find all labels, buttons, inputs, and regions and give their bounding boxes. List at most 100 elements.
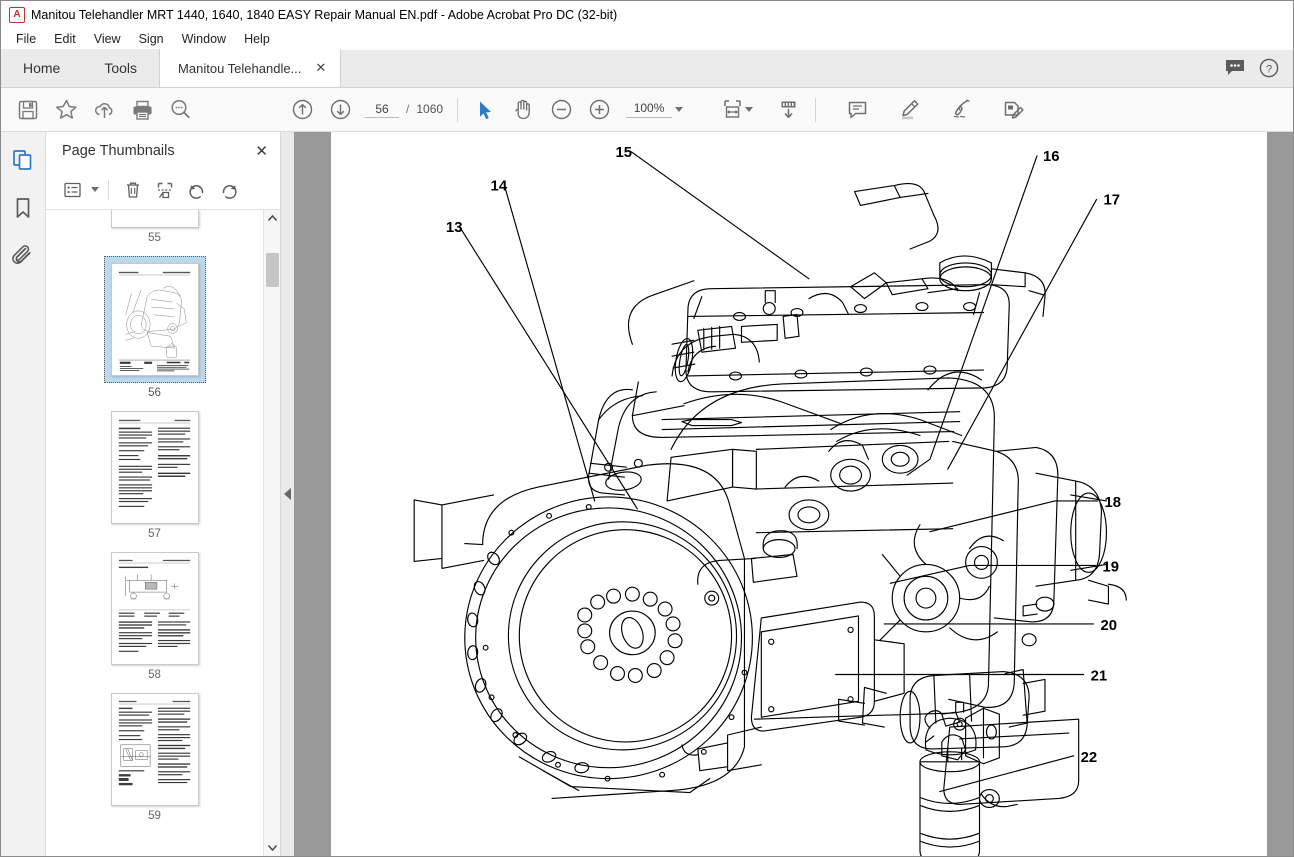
print-icon[interactable] xyxy=(123,91,161,129)
callout-13: 13 xyxy=(445,220,462,236)
toolbar-left-group xyxy=(9,91,199,129)
svg-text:?: ? xyxy=(1266,64,1272,76)
zoom-level-value[interactable]: 100% xyxy=(626,101,673,118)
thumbnail-page-image[interactable] xyxy=(110,693,199,806)
thumbnail-page-image[interactable] xyxy=(110,263,199,376)
app-body: Page Thumbnails ✕ 55 56 57 58 59 13 14 1… xyxy=(1,132,1293,856)
scrollbar-thumb[interactable] xyxy=(265,253,279,287)
comment-bubble-icon[interactable] xyxy=(838,91,876,129)
help-question-icon[interactable]: ? xyxy=(1259,58,1279,78)
page-total-label: 1060 xyxy=(416,101,444,116)
thumbnail-page-image[interactable] xyxy=(110,552,199,665)
tab-document[interactable]: Manitou Telehandle... ✕ xyxy=(159,49,342,87)
callout-16: 16 xyxy=(1042,149,1059,165)
scrollbar-track[interactable] xyxy=(264,227,281,839)
star-favorite-icon[interactable] xyxy=(47,91,85,129)
tab-home[interactable]: Home xyxy=(1,49,83,87)
page-number-field[interactable]: 56 / 1060 xyxy=(365,102,443,118)
panel-splitter[interactable] xyxy=(281,132,294,856)
list-item[interactable]: 55 xyxy=(110,210,199,244)
callout-15: 15 xyxy=(615,145,632,161)
menu-bar: File Edit View Sign Window Help xyxy=(1,28,1293,50)
list-item[interactable]: 58 xyxy=(110,552,199,681)
search-zoom-icon[interactable] xyxy=(161,91,199,129)
panel-close-icon[interactable]: ✕ xyxy=(255,142,268,160)
adobe-acrobat-icon: A xyxy=(9,6,25,23)
list-item[interactable]: 57 xyxy=(110,411,199,540)
thumbnail-toolbar xyxy=(46,170,280,210)
toolbar-navigation-group: 56 / 1060 xyxy=(283,91,449,129)
sign-pen-icon[interactable] xyxy=(942,91,980,129)
thumbnail-options-icon[interactable] xyxy=(58,176,88,204)
page-thumbnails-panel: Page Thumbnails ✕ 55 56 57 58 59 xyxy=(46,132,281,856)
thumbnail-page-image[interactable] xyxy=(110,411,199,524)
page-thumbnails-icon[interactable] xyxy=(9,146,37,174)
arrow-down-circle-icon[interactable] xyxy=(321,91,359,129)
callout-20: 20 xyxy=(1100,618,1117,634)
upload-cloud-icon[interactable] xyxy=(85,91,123,129)
menu-window[interactable]: Window xyxy=(173,30,235,48)
page-scroll-down-icon[interactable] xyxy=(769,91,807,129)
thumbnail-page-number: 57 xyxy=(148,528,161,540)
select-cursor-icon[interactable] xyxy=(466,91,504,129)
scroll-down-arrow-icon[interactable] xyxy=(264,839,281,856)
menu-file[interactable]: File xyxy=(7,30,45,48)
tab-document-label: Manitou Telehandle... xyxy=(178,60,302,76)
thumbnail-page-number: 59 xyxy=(148,810,161,822)
collapse-panel-arrow-icon[interactable] xyxy=(284,488,291,500)
tab-strip-right: ? xyxy=(1225,49,1293,87)
save-icon[interactable] xyxy=(9,91,47,129)
toolbar-tools-group: 100% xyxy=(466,91,687,129)
menu-help[interactable]: Help xyxy=(235,30,279,48)
window-title: Manitou Telehandler MRT 1440, 1640, 1840… xyxy=(31,7,618,22)
callout-19: 19 xyxy=(1102,559,1119,575)
callout-18: 18 xyxy=(1104,495,1121,511)
rotate-left-icon[interactable] xyxy=(182,176,212,204)
arrow-up-circle-icon[interactable] xyxy=(283,91,321,129)
engine-diagram: 13 14 15 16 17 18 19 20 21 22 xyxy=(334,132,1263,856)
attachments-icon[interactable] xyxy=(9,242,37,270)
thumbnail-selection-frame xyxy=(103,256,206,383)
thumbnail-page-number: 55 xyxy=(148,232,161,244)
callout-21: 21 xyxy=(1090,668,1107,684)
menu-edit[interactable]: Edit xyxy=(45,30,85,48)
thumbnail-page-image[interactable] xyxy=(110,210,199,228)
callout-17: 17 xyxy=(1103,192,1120,208)
fit-chevron-down-icon[interactable] xyxy=(745,107,754,112)
document-viewport[interactable]: 13 14 15 16 17 18 19 20 21 22 xyxy=(294,132,1293,856)
bookmarks-icon[interactable] xyxy=(9,194,37,222)
chevron-down-icon[interactable] xyxy=(675,107,684,112)
acrobat-window: A Manitou Telehandler MRT 1440, 1640, 18… xyxy=(0,0,1294,857)
thumbnail-options-chevron-down-icon[interactable] xyxy=(91,187,99,192)
list-item[interactable]: 59 xyxy=(110,693,199,822)
callout-22: 22 xyxy=(1080,750,1097,766)
thumbnail-scroll-area[interactable]: 55 56 57 58 59 xyxy=(46,210,263,856)
extract-pages-icon[interactable] xyxy=(150,176,180,204)
zoom-in-circle-icon[interactable] xyxy=(580,91,618,129)
title-bar: A Manitou Telehandler MRT 1440, 1640, 18… xyxy=(1,1,1293,28)
hand-pan-icon[interactable] xyxy=(504,91,542,129)
thumbnail-scrollbar[interactable] xyxy=(263,210,280,856)
thumbnail-page-number: 58 xyxy=(148,669,161,681)
panel-title: Page Thumbnails xyxy=(62,143,175,159)
edit-pdf-icon[interactable] xyxy=(994,91,1032,129)
list-item[interactable]: 56 xyxy=(103,256,206,399)
navigation-rail xyxy=(1,132,46,856)
zoom-out-circle-icon[interactable] xyxy=(542,91,580,129)
toolbar-fit-group xyxy=(713,91,807,129)
thumbnail-list[interactable]: 55 56 57 58 59 xyxy=(46,210,280,856)
page-current-input[interactable]: 56 xyxy=(365,102,399,118)
feedback-chat-icon[interactable] xyxy=(1225,59,1245,77)
zoom-level-field[interactable]: 100% xyxy=(626,101,684,118)
page-separator: / xyxy=(406,101,410,116)
tab-tools[interactable]: Tools xyxy=(82,49,160,87)
tab-close-icon[interactable]: ✕ xyxy=(315,60,326,76)
delete-pages-icon[interactable] xyxy=(118,176,148,204)
menu-sign[interactable]: Sign xyxy=(130,30,173,48)
menu-view[interactable]: View xyxy=(85,30,130,48)
thumbnail-page-number: 56 xyxy=(148,387,161,399)
pdf-page[interactable]: 13 14 15 16 17 18 19 20 21 22 xyxy=(330,132,1267,856)
highlighter-pen-icon[interactable] xyxy=(890,91,928,129)
scroll-up-arrow-icon[interactable] xyxy=(264,210,281,227)
rotate-right-icon[interactable] xyxy=(214,176,244,204)
